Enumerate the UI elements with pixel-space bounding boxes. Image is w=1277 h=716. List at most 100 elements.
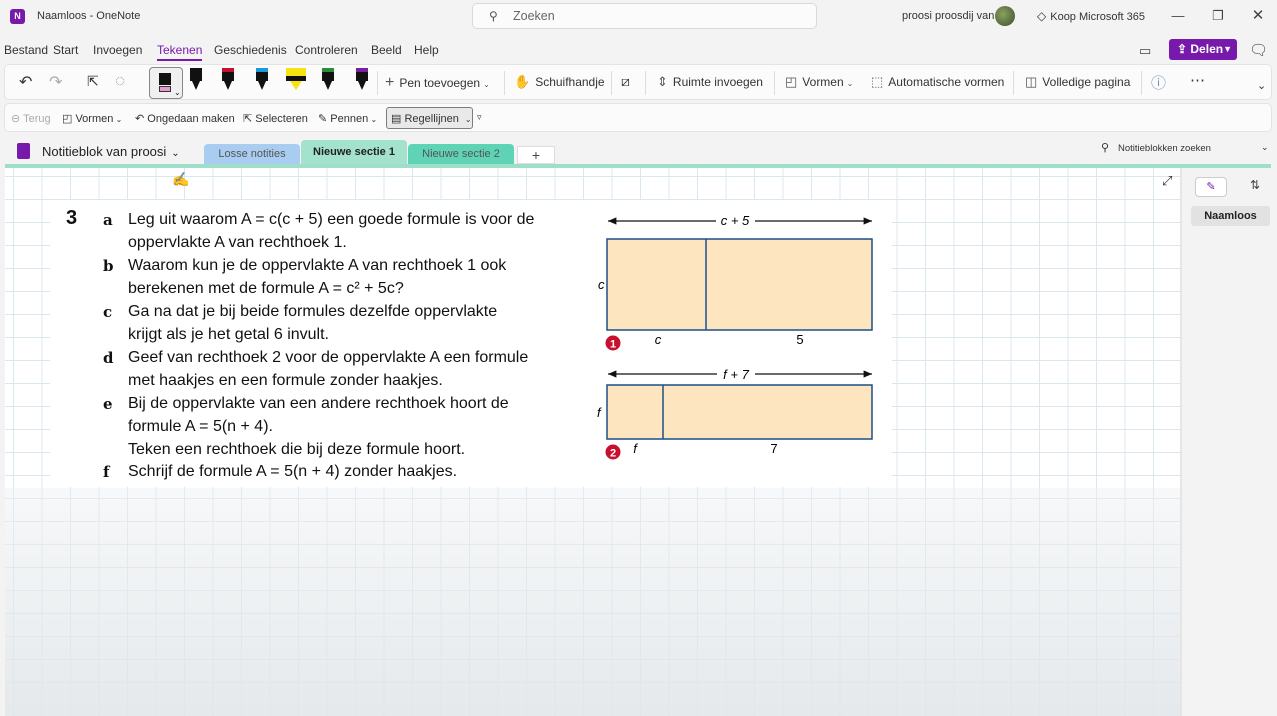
pen-green[interactable] <box>321 68 335 94</box>
user-name[interactable]: proosi proosdij van <box>902 10 994 22</box>
drawing-ribbon: ↶ ↷ ⇱ ◌ ⌄ + Pen toevoegen ⌄ ✋ Schuifhandje … <box>4 64 1272 100</box>
notebook-search-input[interactable]: ⚲ Notitieblokken zoeken ⌄ <box>1093 138 1271 158</box>
search-placeholder: Zoeken <box>513 9 555 23</box>
redo-icon[interactable]: ↷ <box>49 72 62 92</box>
share-button[interactable]: ⇪ Delen ▼ <box>1169 39 1237 60</box>
pens-button[interactable]: ✎ Pennen ⌄ <box>318 112 377 125</box>
tab-losse-notities[interactable]: Losse notities <box>204 144 300 164</box>
item-a-line-1: Leg uit waarom A = c(c + 5) een goede fo… <box>128 211 535 228</box>
lasso-button[interactable]: ✋ Schuifhandje <box>514 74 605 90</box>
onenote-logo-icon: N <box>10 9 25 24</box>
back-label: Terug <box>23 113 51 125</box>
pen-tip <box>224 81 232 90</box>
pen-cap <box>256 68 268 72</box>
item-c-line-1: Ga na dat je bij beide formules dezelfde… <box>128 303 498 320</box>
item-e-line-2: formule A = 5(n + 4). <box>128 418 273 435</box>
search-input[interactable]: ⚲ Zoeken <box>472 3 817 29</box>
rule-lines-label: Regellijnen <box>404 113 459 125</box>
select-cursor-icon[interactable]: ⇱ <box>87 73 99 90</box>
select-button[interactable]: ⇱ Selecteren <box>243 112 308 125</box>
insert-space-icon: ⇕ <box>657 74 668 89</box>
quick-toolbar: ⊖ Terug ◰ Vormen ⌄ ↶ Ongedaan maken ⇱ Se… <box>4 103 1272 132</box>
customize-toolbar-icon[interactable]: ▿ <box>477 112 482 123</box>
sort-pages-icon[interactable]: ⇅ <box>1250 178 1260 192</box>
notebook-name: Notitieblok van proosi <box>42 144 167 159</box>
plus-icon: + <box>385 74 395 91</box>
expand-ribbon-chevron-icon[interactable]: ⌄ <box>1257 79 1266 92</box>
notebook-search-label: Notitieblokken zoeken <box>1118 143 1211 154</box>
notebook-icon[interactable] <box>17 143 30 159</box>
add-page-button[interactable]: ✎ <box>1195 177 1227 197</box>
item-letter-e: e <box>103 395 113 413</box>
shapes-button[interactable]: ◰ Vormen ⌄ <box>785 74 853 90</box>
menu-tekenen[interactable]: Tekenen <box>157 43 203 61</box>
rule-lines-button[interactable]: ▤ Regellijnen ⌄ <box>386 107 473 129</box>
item-b-line-1: Waarom kun je de oppervlakte A van recht… <box>128 257 507 274</box>
pen-blue[interactable] <box>255 68 269 94</box>
buy-microsoft-365-link[interactable]: ◇ Koop Microsoft 365 <box>1037 9 1145 23</box>
notebook-selector[interactable]: Notitieblok van proosi ⌄ <box>42 144 180 159</box>
more-options-icon[interactable]: ⋯ <box>1190 71 1205 89</box>
pen-tip <box>192 81 200 90</box>
minimize-button[interactable]: — <box>1166 6 1190 26</box>
expand-icon[interactable]: ⤢ <box>1162 173 1172 189</box>
title-bar: N Naamloos - OneNote ⚲ Zoeken proosi pro… <box>0 0 1277 33</box>
divider <box>1141 71 1142 95</box>
lasso-label: Schuifhandje <box>535 75 605 89</box>
menu-invoegen[interactable]: Invoegen <box>93 43 142 57</box>
rect2-bottom-right-label: 7 <box>770 441 777 456</box>
undo-label: Ongedaan maken <box>147 113 235 125</box>
menu-geschiedenis[interactable]: Geschiedenis <box>214 43 287 57</box>
hand-icon: ✋ <box>514 74 531 89</box>
chevron-down-icon: ⌄ <box>1261 142 1269 152</box>
shapes-small-button[interactable]: ◰ Vormen ⌄ <box>62 112 122 125</box>
pen-red[interactable] <box>221 68 235 94</box>
rule-lines-icon: ▤ <box>391 113 405 125</box>
menu-beeld[interactable]: Beeld <box>371 43 402 57</box>
page-list-item[interactable]: Naamloos <box>1191 206 1270 226</box>
undo-button[interactable]: ↶ Ongedaan maken <box>135 112 235 125</box>
divider <box>611 71 612 95</box>
tab-nieuwe-sectie-1[interactable]: Nieuwe sectie 1 <box>301 140 407 164</box>
menu-bar: Bestand Start Invoegen Tekenen Geschiede… <box>0 40 1277 62</box>
search-icon: ⚲ <box>489 9 498 23</box>
highlighter-yellow[interactable] <box>285 68 307 94</box>
pen-purple[interactable] <box>355 68 369 94</box>
insert-space-button[interactable]: ⇕ Ruimte invoegen <box>657 74 763 90</box>
restore-button[interactable]: ❐ <box>1206 6 1230 26</box>
menu-bestand[interactable]: Bestand <box>4 43 48 57</box>
pen-cap <box>356 68 368 72</box>
menu-controleren[interactable]: Controleren <box>295 43 358 57</box>
share-icon: ⇪ <box>1177 42 1191 56</box>
item-f-line-1: Schrijf de formule A = 5(n + 4) zonder h… <box>128 463 458 480</box>
undo-icon[interactable]: ↶ <box>19 72 32 92</box>
rect2-number: 2 <box>610 448 616 460</box>
menu-start[interactable]: Start <box>53 43 78 57</box>
avatar[interactable] <box>995 6 1015 26</box>
lasso-icon[interactable]: ◌ <box>115 71 125 91</box>
ruler-icon[interactable]: ⧄ <box>621 73 630 90</box>
back-button[interactable]: ⊖ Terug <box>11 112 51 125</box>
tab-nieuwe-sectie-2[interactable]: Nieuwe sectie 2 <box>408 144 514 164</box>
chevron-down-icon: ⌄ <box>464 115 472 124</box>
page-canvas-shade <box>5 488 1180 716</box>
full-page-button[interactable]: ◫ Volledige pagina <box>1025 74 1130 90</box>
menu-help[interactable]: Help <box>414 43 439 57</box>
selected-pen[interactable]: ⌄ <box>149 67 183 99</box>
help-icon[interactable]: ⓘ <box>1151 72 1166 93</box>
auto-shapes-button[interactable]: ⬚ Automatische vormen <box>871 74 1004 90</box>
chevron-down-icon: ▼ <box>1223 44 1232 54</box>
sticky-notes-icon[interactable]: ▭ <box>1139 43 1151 59</box>
exercise-number: 3 <box>66 207 78 229</box>
add-pen-button[interactable]: + Pen toevoegen ⌄ <box>385 74 490 92</box>
add-section-button[interactable]: + <box>517 146 555 164</box>
pen-black[interactable] <box>189 68 203 94</box>
divider <box>645 71 646 95</box>
pen-cursor-icon: ✍ <box>172 171 190 187</box>
comments-icon[interactable]: 🗨 <box>1249 41 1268 59</box>
item-d-line-1: Geef van rechthoek 2 voor de oppervlakte… <box>128 349 529 366</box>
divider <box>504 71 505 95</box>
divider <box>1013 71 1014 95</box>
close-button[interactable]: ✕ <box>1246 6 1270 26</box>
divider <box>774 71 775 95</box>
